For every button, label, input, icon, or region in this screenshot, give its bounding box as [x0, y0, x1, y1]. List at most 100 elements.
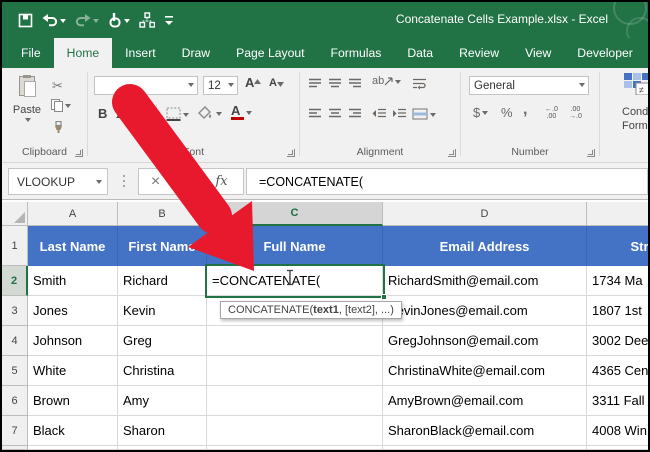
- grow-font-icon[interactable]: A: [245, 75, 261, 90]
- paste-caret-icon[interactable]: [25, 118, 31, 125]
- formula-input[interactable]: =CONCATENATE(: [246, 168, 648, 195]
- wrap-text-icon[interactable]: [412, 78, 427, 90]
- cell-a2[interactable]: Smith: [28, 266, 118, 296]
- header-cell-email[interactable]: Email Address: [383, 226, 587, 266]
- diagram-command-icon[interactable]: [139, 12, 155, 28]
- header-cell-full-name[interactable]: Full Name: [207, 226, 383, 266]
- merge-caret-icon[interactable]: [430, 113, 436, 120]
- align-left-icon[interactable]: [308, 108, 322, 119]
- formula-bar-resizer[interactable]: [123, 175, 125, 177]
- redo-caret-icon[interactable]: [93, 19, 99, 26]
- cell-e4[interactable]: 3002 Dee: [587, 326, 650, 356]
- top-align-icon[interactable]: [308, 78, 322, 89]
- customize-quick-access-icon[interactable]: [164, 14, 174, 26]
- tab-view[interactable]: View: [512, 38, 564, 68]
- redo-icon[interactable]: [75, 13, 99, 27]
- cell-d7[interactable]: SharonBlack@email.com: [383, 416, 587, 446]
- header-cell-last-name[interactable]: Last Name: [28, 226, 118, 266]
- percent-format-icon[interactable]: %: [501, 105, 513, 120]
- number-dialog-launcher-icon[interactable]: [587, 149, 595, 157]
- clipboard-dialog-launcher-icon[interactable]: [75, 149, 83, 157]
- cell-c6[interactable]: [207, 386, 383, 416]
- row-header-5[interactable]: 5: [2, 356, 28, 386]
- font-color-caret-icon[interactable]: [246, 111, 252, 118]
- orientation-icon[interactable]: ab: [372, 75, 401, 87]
- number-format-combo[interactable]: General: [469, 76, 589, 95]
- undo-caret-icon[interactable]: [60, 19, 66, 26]
- cell-b3[interactable]: Kevin: [118, 296, 207, 326]
- cell-a8-partial[interactable]: [28, 446, 118, 450]
- cell-b2[interactable]: Richard: [118, 266, 207, 296]
- cell-e2[interactable]: 1734 Ma: [587, 266, 650, 296]
- bottom-align-icon[interactable]: [348, 78, 362, 89]
- select-all-button[interactable]: [2, 202, 28, 226]
- cell-a6[interactable]: Brown: [28, 386, 118, 416]
- insert-function-icon[interactable]: fx: [205, 174, 238, 189]
- cell-a3[interactable]: Jones: [28, 296, 118, 326]
- underline-button[interactable]: U: [132, 106, 149, 121]
- cell-a4[interactable]: Johnson: [28, 326, 118, 356]
- tab-insert[interactable]: Insert: [112, 38, 168, 68]
- cell-d6[interactable]: AmyBrown@email.com: [383, 386, 587, 416]
- conditional-formatting-label-1[interactable]: Conditional: [622, 106, 650, 118]
- conditional-formatting-icon[interactable]: ≠: [624, 73, 648, 95]
- cell-d4[interactable]: GregJohnson@email.com: [383, 326, 587, 356]
- tab-data[interactable]: Data: [394, 38, 446, 68]
- tab-formulas[interactable]: Formulas: [318, 38, 395, 68]
- increase-decimal-icon[interactable]: ←.0.00: [545, 106, 558, 120]
- tab-file[interactable]: File: [8, 38, 54, 68]
- column-header-e[interactable]: E: [587, 202, 650, 226]
- row-header-4[interactable]: 4: [2, 326, 28, 356]
- touch-mode-icon[interactable]: [108, 12, 130, 28]
- copy-icon[interactable]: [51, 99, 71, 112]
- row-header-2[interactable]: 2: [2, 266, 28, 296]
- undo-icon[interactable]: [42, 13, 66, 27]
- shrink-font-icon[interactable]: A: [269, 77, 284, 89]
- decrease-decimal-icon[interactable]: .00→.0: [569, 106, 582, 120]
- row-header-7[interactable]: 7: [2, 416, 28, 446]
- column-header-d[interactable]: D: [383, 202, 587, 226]
- align-center-icon[interactable]: [328, 108, 342, 119]
- bold-button[interactable]: B: [98, 106, 107, 121]
- cell-d5[interactable]: ChristinaWhite@email.com: [383, 356, 587, 386]
- cell-b4[interactable]: Greg: [118, 326, 207, 356]
- paste-button[interactable]: Paste: [8, 73, 46, 145]
- underline-caret-icon[interactable]: [143, 112, 149, 119]
- cut-icon[interactable]: ✂: [52, 78, 63, 94]
- increase-indent-icon[interactable]: [392, 108, 407, 119]
- column-header-b[interactable]: B: [118, 202, 207, 226]
- cell-c2-active[interactable]: =CONCATENATE(: [207, 266, 383, 296]
- touch-mode-caret-icon[interactable]: [124, 19, 130, 26]
- cell-e3[interactable]: 1807 1st: [587, 296, 650, 326]
- cell-d8-partial[interactable]: [383, 446, 587, 450]
- conditional-formatting-label-2[interactable]: Formatting: [622, 120, 650, 132]
- font-dialog-launcher-icon[interactable]: [287, 149, 295, 157]
- merge-center-icon[interactable]: [412, 108, 436, 120]
- row-header-1[interactable]: 1: [2, 226, 28, 266]
- cell-e8-partial[interactable]: [587, 446, 650, 450]
- row-header-3[interactable]: 3: [2, 296, 28, 326]
- column-header-c[interactable]: C: [207, 202, 383, 226]
- cancel-icon[interactable]: ×: [139, 173, 172, 191]
- font-name-combo[interactable]: [94, 76, 198, 95]
- cell-a7[interactable]: Black: [28, 416, 118, 446]
- tab-review[interactable]: Review: [446, 38, 512, 68]
- currency-caret-icon[interactable]: [482, 111, 488, 118]
- cell-b8-partial[interactable]: [118, 446, 207, 450]
- cell-e5[interactable]: 4365 Cen: [587, 356, 650, 386]
- row-header-6[interactable]: 6: [2, 386, 28, 416]
- column-header-a[interactable]: A: [28, 202, 118, 226]
- tab-draw[interactable]: Draw: [169, 38, 223, 68]
- comma-format-icon[interactable]: ,: [523, 101, 527, 119]
- cell-c4[interactable]: [207, 326, 383, 356]
- enter-icon[interactable]: ✓: [172, 174, 205, 190]
- align-right-icon[interactable]: [348, 108, 362, 119]
- name-box-caret-icon[interactable]: [96, 180, 102, 187]
- cell-c7[interactable]: [207, 416, 383, 446]
- tab-developer[interactable]: Developer: [564, 38, 646, 68]
- cell-d2[interactable]: RichardSmith@email.com: [383, 266, 587, 296]
- tab-home[interactable]: Home: [54, 38, 113, 68]
- cell-b5[interactable]: Christina: [118, 356, 207, 386]
- cell-d3[interactable]: KevinJones@email.com: [383, 296, 587, 326]
- fill-color-icon[interactable]: [198, 106, 222, 121]
